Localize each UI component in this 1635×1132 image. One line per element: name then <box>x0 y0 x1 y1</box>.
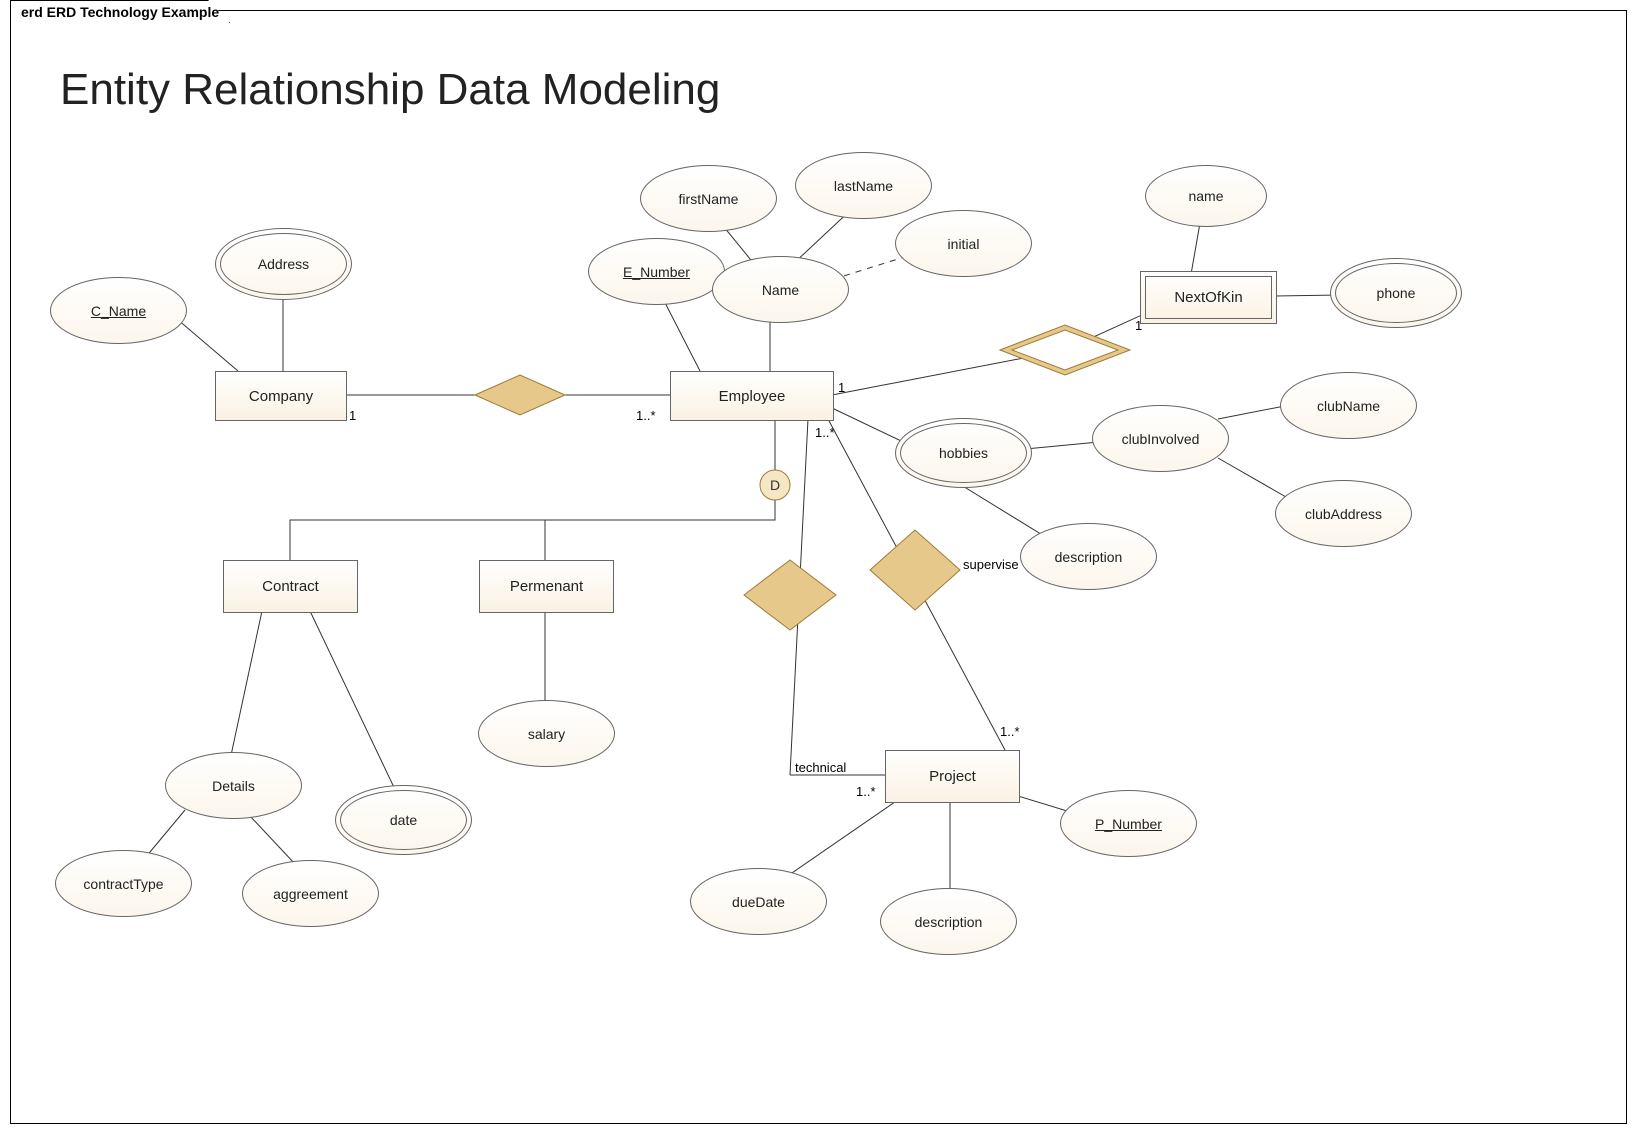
edge-d-permanent <box>545 500 775 560</box>
attr-clubinvolved: clubInvolved <box>1092 405 1229 472</box>
attr-kinname: name <box>1145 165 1267 227</box>
attr-aggreement: aggreement <box>242 860 379 927</box>
attr-cname: C_Name <box>50 277 187 344</box>
attr-date: date <box>335 785 472 855</box>
attr-hobbies: hobbies <box>895 418 1032 488</box>
entity-nextofkin: NextOfKin <box>1140 271 1277 324</box>
attr-duedate: dueDate <box>690 868 827 935</box>
attr-phone: phone <box>1330 258 1462 328</box>
relationship-employee-nextofkin <box>1000 325 1130 375</box>
attr-projdesc: description <box>880 888 1017 955</box>
attr-name: Name <box>712 256 849 323</box>
edge-contract-details <box>230 611 262 760</box>
disjoint-label: D <box>770 477 780 493</box>
attr-hobbies-label: hobbies <box>939 445 988 461</box>
attr-hobbydesc: description <box>1020 523 1157 590</box>
attr-enumber-label: E_Number <box>623 264 690 280</box>
entity-employee: Employee <box>670 371 834 421</box>
attr-address-label: Address <box>258 256 309 272</box>
cardinality-employee-nok: 1 <box>838 380 845 395</box>
edge-cname-company <box>177 319 238 371</box>
relationship-supervise <box>870 530 960 610</box>
attr-address: Address <box>215 228 352 300</box>
edge-d-contract <box>290 500 775 560</box>
label-technical: technical <box>795 760 846 775</box>
label-supervise: supervise <box>963 557 1019 572</box>
entity-contract: Contract <box>223 560 358 613</box>
edge-enumber-employee <box>660 293 700 371</box>
attr-enumber: E_Number <box>588 238 725 305</box>
entity-company: Company <box>215 371 347 421</box>
attr-pnumber: P_Number <box>1060 790 1197 857</box>
attr-firstname: firstName <box>640 165 777 232</box>
attr-clubaddress: clubAddress <box>1275 480 1412 547</box>
attr-phone-label: phone <box>1377 285 1416 301</box>
cardinality-project-tech: 1..* <box>856 784 876 799</box>
cardinality-project-sup: 1..* <box>1000 724 1020 739</box>
attr-pnumber-label: P_Number <box>1095 816 1162 832</box>
attr-cname-label: C_Name <box>91 303 146 319</box>
entity-nextofkin-label: NextOfKin <box>1174 289 1242 306</box>
attr-contracttype: contractType <box>55 850 192 917</box>
cardinality-company: 1 <box>349 408 356 423</box>
relationship-company-employee <box>475 375 565 415</box>
entity-project: Project <box>885 750 1020 803</box>
attr-lastname: lastName <box>795 152 932 219</box>
entity-permanent: Permenant <box>479 560 614 613</box>
cardinality-employee-proj: 1..* <box>815 425 835 440</box>
attr-salary: salary <box>478 700 615 767</box>
edge-contract-date <box>310 611 400 800</box>
attr-details: Details <box>165 752 302 819</box>
attr-date-label: date <box>390 812 417 828</box>
cardinality-nok: 1 <box>1135 318 1142 333</box>
relationship-technical <box>744 560 836 630</box>
cardinality-employee-left: 1..* <box>636 408 656 423</box>
attr-clubname: clubName <box>1280 372 1417 439</box>
attr-initial: initial <box>895 210 1032 277</box>
